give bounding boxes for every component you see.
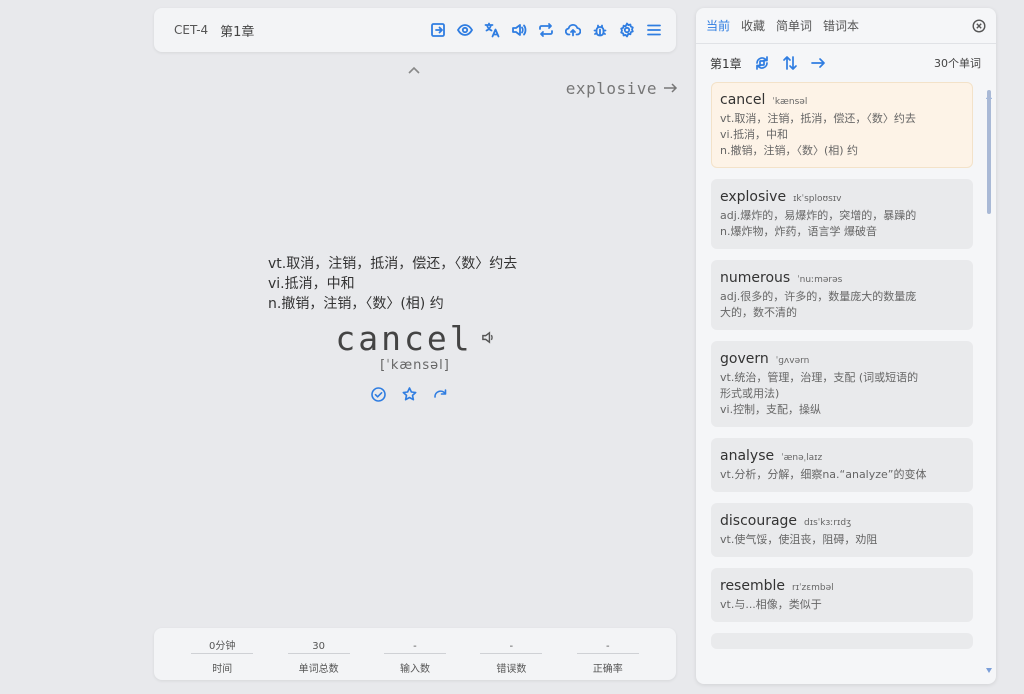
mark-known-check-icon[interactable] xyxy=(370,386,387,403)
word-count: 30个单词 xyxy=(934,57,981,70)
word-card-word: explosive xyxy=(720,189,787,205)
star-icon[interactable] xyxy=(401,386,418,403)
word-list: cancel ˈkænsəl vt.取消，注销，抵消，偿还，〈数〉约去 vi.抵消，… xyxy=(711,82,973,660)
word-card[interactable]: explosive ɪkˈsploʊsɪv adj.爆炸的，易爆炸的，突增的，暴躁的… xyxy=(711,179,973,249)
translation-line: vi.抵消，中和 xyxy=(268,276,355,292)
close-icon[interactable] xyxy=(972,18,986,33)
word-card-head: analyse ˈænəˌlaɪz xyxy=(720,448,964,464)
stats-bar: 0分钟 时间 30 单词总数 - 输入数 - 错误数 - 正确率 xyxy=(154,628,676,680)
eye-icon[interactable] xyxy=(457,22,473,38)
skip-redo-icon[interactable] xyxy=(432,386,449,403)
tab-wrong-words[interactable]: 错词本 xyxy=(823,17,859,34)
word-card[interactable]: analyse ˈænəˌlaɪz vt.分析，分解，细察na.“analyze”的… xyxy=(711,438,973,492)
word-card-head: explosive ɪkˈsploʊsɪv xyxy=(720,189,964,205)
word-card[interactable]: numerous ˈnuːmərəs adj.很多的，许多的，数量庞大的数量庞 大的… xyxy=(711,260,973,330)
next-word-label: explosive xyxy=(565,78,657,98)
word-card-phonetic: ˈɡʌvərn xyxy=(775,356,810,366)
word-display: cancel xyxy=(300,316,532,360)
tab-favorites[interactable]: 收藏 xyxy=(741,17,765,34)
menu-icon[interactable] xyxy=(646,22,662,38)
refresh-list-icon[interactable] xyxy=(754,55,770,71)
tab-easy-words[interactable]: 简单词 xyxy=(776,17,812,34)
word-card-translation: vt.与...相像，类似于 xyxy=(720,598,822,611)
word-actions xyxy=(364,386,454,404)
tab-current[interactable]: 当前 xyxy=(706,17,730,34)
word-card-word: numerous xyxy=(720,270,791,286)
stat-error-count: - 错误数 xyxy=(480,640,543,675)
scroll-down-arrow-icon[interactable] xyxy=(986,658,992,673)
word-card-translation: adj.很多的，许多的，数量庞大的数量庞 大的，数不清的 xyxy=(720,290,917,319)
word-card-word: govern xyxy=(720,351,769,367)
word-card-phonetic: ˈkænsəl xyxy=(772,97,808,107)
word-card-phonetic: ɪkˈsploʊsɪv xyxy=(793,194,842,204)
chapter-selector[interactable]: 第1章 xyxy=(220,21,254,40)
next-word-link[interactable]: explosive xyxy=(560,78,678,98)
word-card[interactable]: discourage dɪsˈkɜːrɪdʒ vt.使气馁，使沮丧，阻碍，劝阻 xyxy=(711,503,973,557)
export-icon[interactable] xyxy=(430,22,446,38)
stat-input-count: - 输入数 xyxy=(383,640,446,675)
dictionary-selector[interactable]: CET-4 xyxy=(174,23,208,37)
word-card-translation: vt.取消，注销，抵消，偿还，〈数〉约去 vi.抵消，中和 n.撤销，注销，〈数… xyxy=(720,112,916,157)
word-list-panel: 当前 收藏 简单词 错词本 第1章 30个单词 cancel ˈkænsəl vt.… xyxy=(696,8,996,684)
sort-icon[interactable] xyxy=(782,55,798,71)
word-card-head: resemble rɪˈzɛmbəl xyxy=(720,578,964,594)
word-card-phonetic: ˈænəˌlaɪz xyxy=(781,453,823,463)
arrow-right-icon[interactable] xyxy=(810,55,826,71)
gear-icon[interactable] xyxy=(619,22,635,38)
word-card-partial[interactable] xyxy=(711,633,973,649)
pronounce-speaker-icon[interactable] xyxy=(481,330,497,346)
word-card-translation: vt.使气馁，使沮丧，阻碍，劝阻 xyxy=(720,533,878,546)
word-card-word: analyse xyxy=(720,448,775,464)
word-card-phonetic: rɪˈzɛmbəl xyxy=(792,583,834,593)
translation-line: vt.取消，注销，抵消，偿还，〈数〉约去 xyxy=(268,256,518,272)
toolbar-icons xyxy=(430,22,662,38)
word-card-head: discourage dɪsˈkɜːrɪdʒ xyxy=(720,513,964,529)
collapse-chevron-up-icon[interactable] xyxy=(407,60,423,74)
word-card[interactable]: resemble rɪˈzɛmbəl vt.与...相像，类似于 xyxy=(711,568,973,622)
word-card-phonetic: dɪsˈkɜːrɪdʒ xyxy=(804,518,852,528)
bug-icon[interactable] xyxy=(592,22,608,38)
word-card-word: cancel xyxy=(720,92,766,108)
word-card-word: discourage xyxy=(720,513,798,529)
word-card[interactable]: govern ˈɡʌvərn vt.统治，管理，治理，支配 (词或短语的 形式或用法… xyxy=(711,341,973,427)
word-card-phonetic: ˈnuːmərəs xyxy=(797,275,843,285)
word-card-head: govern ˈɡʌvərn xyxy=(720,351,964,367)
arrow-right-icon xyxy=(664,83,678,93)
translate-icon[interactable] xyxy=(484,22,500,38)
cloud-upload-icon[interactable] xyxy=(565,22,581,38)
word-card-translation: vt.分析，分解，细察na.“analyze”的变体 xyxy=(720,468,927,481)
word-translation: vt.取消，注销，抵消，偿还，〈数〉约去 vi.抵消，中和 n.撤销，注销，〈数… xyxy=(268,254,588,314)
current-word[interactable]: cancel xyxy=(335,319,472,358)
panel-subheader: 第1章 30个单词 xyxy=(696,44,996,82)
stat-accuracy: - 正确率 xyxy=(576,640,639,675)
stat-time: 0分钟 时间 xyxy=(191,640,254,675)
panel-chapter: 第1章 xyxy=(710,56,742,71)
word-card-translation: vt.统治，管理，治理，支配 (词或短语的 形式或用法) vi.控制，支配，操纵 xyxy=(720,371,919,416)
word-card-word: resemble xyxy=(720,578,785,594)
word-card[interactable]: cancel ˈkænsəl vt.取消，注销，抵消，偿还，〈数〉约去 vi.抵消，… xyxy=(711,82,973,168)
word-card-translation: adj.爆炸的，易爆炸的，突增的，暴躁的 n.爆炸物，炸药，语言学 爆破音 xyxy=(720,209,917,238)
scrollbar-thumb[interactable] xyxy=(987,90,991,214)
stat-total-words: 30 单词总数 xyxy=(287,640,350,675)
translation-line: n.撤销，注销，〈数〉(相) 约 xyxy=(268,296,444,312)
top-toolbar: CET-4 第1章 xyxy=(154,8,676,52)
speaker-icon[interactable] xyxy=(511,22,527,38)
current-phonetic: [ˈkænsəl] xyxy=(380,358,450,373)
word-card-head: numerous ˈnuːmərəs xyxy=(720,270,964,286)
loop-icon[interactable] xyxy=(538,22,554,38)
panel-tabs: 当前 收藏 简单词 错词本 xyxy=(696,8,996,44)
word-card-head: cancel ˈkænsəl xyxy=(720,92,964,108)
